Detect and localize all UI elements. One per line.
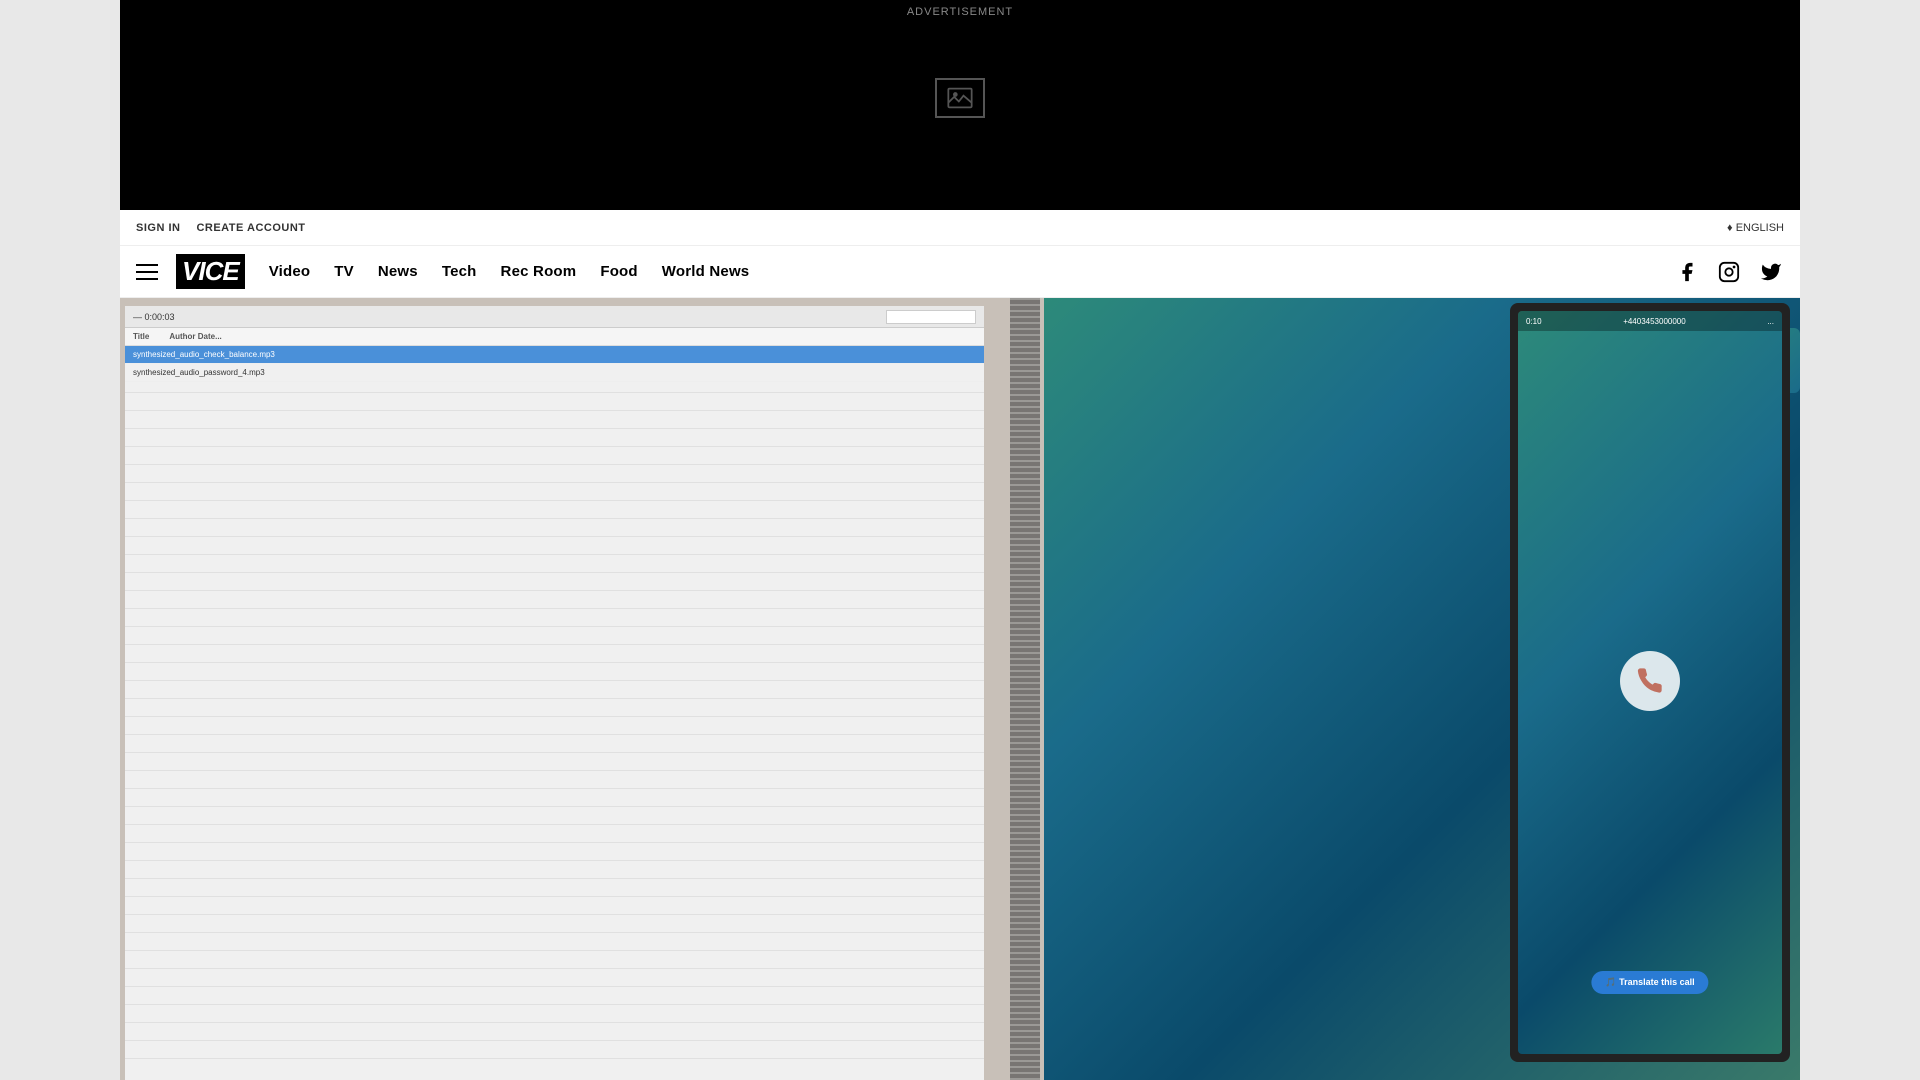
phone-frame: 0:10 +4403453000000 ... <box>1510 303 1790 1062</box>
nav-link-food[interactable]: Food <box>600 263 637 280</box>
hamburger-menu[interactable] <box>136 258 164 286</box>
create-account-link[interactable]: CREATE ACCOUNT <box>196 222 305 234</box>
language-selector[interactable]: ♦ ENGLISH <box>1727 222 1784 234</box>
nav-link-tv[interactable]: TV <box>334 263 354 280</box>
phone-number-display: +4403453000000 <box>1623 317 1686 326</box>
main-container: ADVERTISEMENT SIGN IN CREATE ACCOUNT ♦ E… <box>120 0 1800 1080</box>
nav-link-tech[interactable]: Tech <box>442 263 477 280</box>
row-text-2: synthesized_audio_password_4.mp3 <box>133 368 265 377</box>
twitter-icon[interactable] <box>1758 259 1784 285</box>
hamburger-line-2 <box>136 271 158 273</box>
table-row-1[interactable]: synthesized_audio_check_balance.mp3 <box>125 346 984 364</box>
hamburger-line-1 <box>136 264 158 266</box>
nav-link-rec-room[interactable]: Rec Room <box>501 263 577 280</box>
sign-in-link[interactable]: SIGN IN <box>136 222 180 234</box>
table-header: Title Author Date... <box>125 328 984 346</box>
instagram-icon[interactable] <box>1716 259 1742 285</box>
nav-bar: VICE Video TV News Tech Rec Room Food Wo… <box>120 246 1800 298</box>
top-bar: SIGN IN CREATE ACCOUNT ♦ ENGLISH <box>120 210 1800 246</box>
laptop-body <box>125 382 984 1076</box>
left-side-panel <box>0 0 120 1080</box>
right-side-panel <box>1800 0 1920 1080</box>
row-text-1: synthesized_audio_check_balance.mp3 <box>133 350 275 359</box>
phone-status-bar: 0:10 +4403453000000 ... <box>1518 311 1782 331</box>
hamburger-line-3 <box>136 278 158 280</box>
advertisement-area: ADVERTISEMENT <box>120 0 1800 210</box>
ad-image-placeholder <box>935 78 985 118</box>
toolbar-search-box <box>886 310 976 324</box>
nav-link-news[interactable]: News <box>378 263 418 280</box>
laptop-side: — 0:00:03 Title Author Date... synthesiz… <box>120 298 1044 1080</box>
table-col-author: Author Date... <box>169 332 221 341</box>
signal-indicators: ... <box>1767 317 1774 326</box>
laptop-screen: — 0:00:03 Title Author Date... synthesiz… <box>125 306 984 1080</box>
table-col-title: Title <box>133 332 149 341</box>
table-row-2[interactable]: synthesized_audio_password_4.mp3 <box>125 364 984 382</box>
content-area: — 0:00:03 Title Author Date... synthesiz… <box>120 298 1800 1080</box>
laptop-toolbar: — 0:00:03 <box>125 306 984 328</box>
spring-element <box>1010 298 1040 1080</box>
nav-social-icons <box>1674 259 1784 285</box>
phone-side: 0:10 +4403453000000 ... <box>1044 298 1800 1080</box>
ad-label: ADVERTISEMENT <box>907 6 1013 18</box>
nav-link-world-news[interactable]: World News <box>662 263 750 280</box>
nav-link-video[interactable]: Video <box>269 263 311 280</box>
call-time: 0:10 <box>1526 317 1542 326</box>
phone-screen: 0:10 +4403453000000 ... <box>1518 311 1782 1054</box>
phone-call-button[interactable] <box>1620 651 1680 711</box>
nav-links: Video TV News Tech Rec Room Food World N… <box>269 263 750 280</box>
vice-logo-text: VICE <box>176 254 245 289</box>
video-content: — 0:00:03 Title Author Date... synthesiz… <box>120 298 1800 1080</box>
top-bar-links: SIGN IN CREATE ACCOUNT <box>136 222 306 234</box>
vice-logo[interactable]: VICE <box>176 254 245 289</box>
translate-call-button[interactable]: 🎵 Translate this call <box>1591 971 1708 994</box>
toolbar-time: — 0:00:03 <box>133 312 175 322</box>
facebook-icon[interactable] <box>1674 259 1700 285</box>
